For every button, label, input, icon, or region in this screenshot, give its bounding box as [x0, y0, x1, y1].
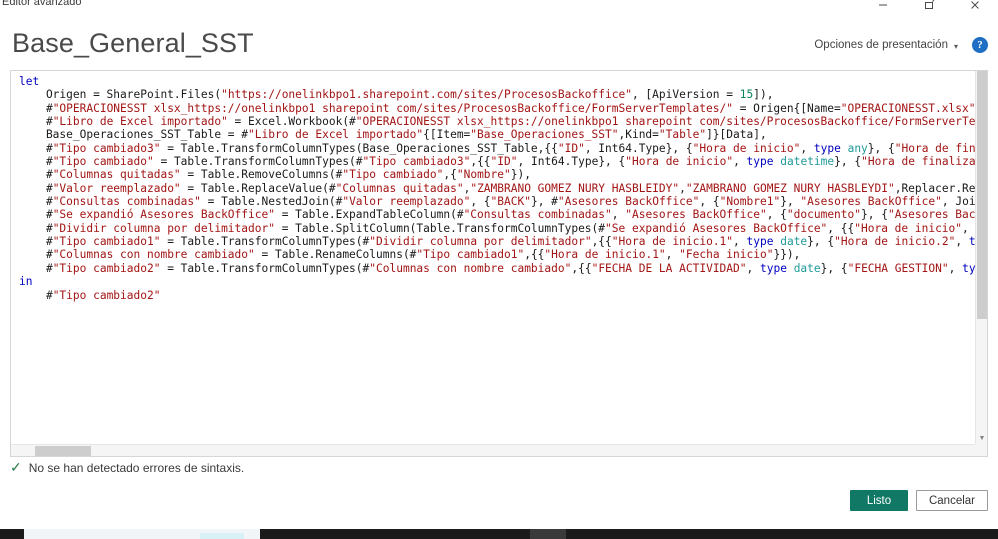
done-button[interactable]: Listo [849, 490, 908, 511]
dialog-footer: Listo Cancelar [849, 490, 988, 511]
taskbar-item[interactable] [530, 529, 566, 539]
vertical-scroll-thumb[interactable] [977, 71, 987, 319]
help-icon[interactable]: ? [972, 37, 988, 53]
page-title: Base_General_SST [12, 28, 254, 58]
window-titlebar: Editor avanzado [0, 0, 998, 22]
restore-icon[interactable] [906, 0, 952, 16]
check-icon: ✓ [10, 459, 22, 475]
window-controls [860, 0, 998, 16]
code-editor[interactable]: let Origen = SharePoint.Files("https://o… [10, 70, 988, 457]
scroll-down-icon[interactable]: ▼ [976, 432, 987, 444]
chevron-down-icon: ▾ [953, 41, 958, 51]
window-title: Editor avanzado [2, 0, 82, 8]
close-icon[interactable] [952, 0, 998, 16]
scrollbar-corner [975, 444, 987, 456]
taskbar-window-preview[interactable] [24, 529, 260, 539]
dialog-header: Base_General_SST Opciones de presentació… [0, 22, 998, 70]
advanced-editor-dialog: Editor avanzado Base_General_SST Opcione… [0, 0, 998, 539]
header-actions: Opciones de presentación ▾ ? [814, 37, 988, 53]
display-options-label: Opciones de presentación [814, 39, 948, 51]
display-options-dropdown[interactable]: Opciones de presentación ▾ [814, 39, 958, 51]
syntax-status: ✓ No se han detectado errores de sintaxi… [10, 459, 245, 475]
horizontal-scroll-thumb[interactable] [35, 446, 91, 456]
code-text[interactable]: let Origen = SharePoint.Files("https://o… [11, 71, 975, 302]
editor-horizontal-scrollbar[interactable] [11, 444, 975, 456]
taskbar-window-accent [200, 533, 244, 539]
editor-vertical-scrollbar[interactable]: ▲ ▼ [975, 71, 987, 444]
syntax-status-message: No se han detectado errores de sintaxis. [28, 461, 245, 475]
minimize-icon[interactable] [860, 0, 906, 16]
os-taskbar [0, 529, 998, 539]
cancel-button[interactable]: Cancelar [915, 490, 988, 511]
code-viewport[interactable]: let Origen = SharePoint.Files("https://o… [11, 71, 975, 444]
